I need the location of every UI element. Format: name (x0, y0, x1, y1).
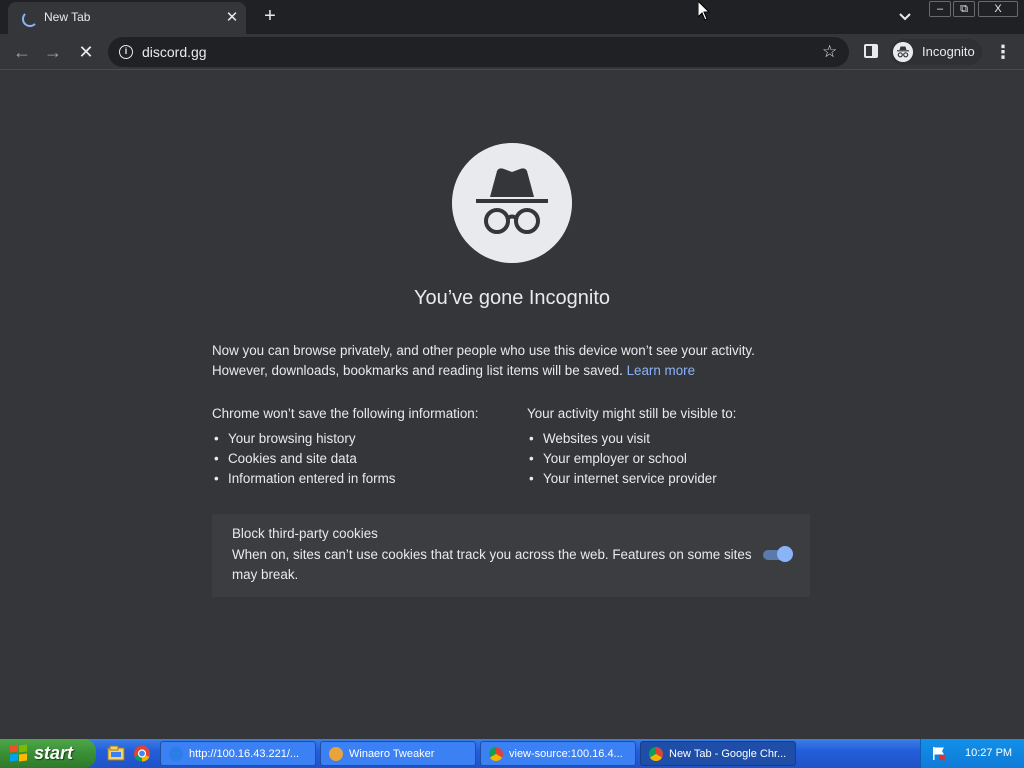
cookies-card-description: When on, sites can’t use cookies that tr… (232, 547, 752, 582)
taskbar-item-winaero[interactable]: Winaero Tweaker (320, 741, 476, 766)
toggle-knob (777, 546, 793, 562)
taskbar-item-view-source[interactable]: view-source:100.16.4... (480, 741, 636, 766)
intro-paragraph: Now you can browse privately, and other … (212, 341, 812, 381)
list-item: Cookies and site data (212, 449, 512, 469)
taskbar-item-label: http://100.16.43.221/... (189, 748, 300, 760)
block-cookies-toggle[interactable] (761, 546, 793, 562)
taskbar-item-ie[interactable]: http://100.16.43.221/... (160, 741, 316, 766)
bookmark-star-icon[interactable]: ☆ (822, 42, 837, 62)
page-headline: You’ve gone Incognito (413, 287, 611, 309)
winaero-icon (329, 747, 343, 761)
tab-title: New Tab (44, 10, 91, 24)
incognito-page: You’ve gone Incognito Now you can browse… (0, 71, 1024, 739)
side-panel-icon[interactable] (864, 44, 878, 58)
tab-close-button[interactable]: ✕ (224, 10, 240, 26)
back-button[interactable]: ← (10, 40, 34, 64)
still-visible-heading: Your activity might still be visible to: (527, 406, 737, 421)
browser-menu-button[interactable]: ⋮ (994, 40, 1012, 64)
taskbar-clock[interactable]: 10:27 PM (965, 747, 1012, 759)
start-button[interactable]: start (0, 739, 96, 768)
tab-strip: New Tab ✕ + – ⧉ X (0, 0, 1024, 34)
window-close-button[interactable]: X (978, 1, 1018, 17)
incognito-logo-icon (452, 143, 572, 263)
cookies-card-title: Block third-party cookies (232, 526, 378, 541)
taskbar-item-label: New Tab - Google Chr... (669, 748, 787, 760)
taskbar-item-label: Winaero Tweaker (349, 748, 435, 760)
tab-search-chevron-icon[interactable] (895, 8, 915, 26)
site-info-icon[interactable]: i (119, 45, 133, 59)
incognito-profile-button[interactable]: Incognito (890, 39, 982, 65)
chrome-icon (489, 747, 503, 761)
new-tab-button[interactable]: + (258, 6, 282, 28)
browser-toolbar: ← → ✕ i discord.gg ☆ Incognito ⋮ (0, 34, 1024, 70)
windows-flag-icon (10, 744, 28, 762)
loading-spinner-icon (22, 11, 38, 27)
action-center-flag-icon[interactable] (931, 746, 947, 761)
wont-save-column: Chrome won’t save the following informat… (212, 405, 512, 489)
taskbar-item-label: view-source:100.16.4... (509, 748, 623, 760)
chrome-quicklaunch-icon[interactable] (133, 745, 151, 762)
ie-icon (169, 747, 183, 761)
wont-save-heading: Chrome won’t save the following informat… (212, 406, 479, 421)
still-visible-column: Your activity might still be visible to:… (527, 405, 827, 489)
mouse-cursor-icon (698, 1, 710, 21)
incognito-label: Incognito (922, 44, 975, 59)
windows-taskbar: start http://100.16.43.221/... Winaero T… (0, 739, 1024, 768)
stop-loading-button[interactable]: ✕ (74, 40, 98, 64)
system-tray: 10:27 PM (920, 739, 1024, 768)
url-text[interactable]: discord.gg (142, 44, 207, 60)
address-bar[interactable]: i discord.gg ☆ (108, 37, 849, 67)
explorer-quicklaunch-icon[interactable] (107, 745, 125, 762)
list-item: Information entered in forms (212, 469, 512, 489)
forward-button[interactable]: → (41, 40, 65, 64)
window-minimize-button[interactable]: – (929, 1, 951, 17)
list-item: Websites you visit (527, 429, 827, 449)
third-party-cookies-card: Block third-party cookies When on, sites… (212, 514, 810, 597)
chrome-icon (649, 747, 663, 761)
list-item: Your browsing history (212, 429, 512, 449)
incognito-icon (893, 42, 913, 62)
list-item: Your internet service provider (527, 469, 827, 489)
tab-new-tab[interactable]: New Tab ✕ (8, 2, 246, 34)
learn-more-link[interactable]: Learn more (627, 363, 695, 378)
list-item: Your employer or school (527, 449, 827, 469)
taskbar-item-new-tab[interactable]: New Tab - Google Chr... (640, 741, 796, 766)
start-label: start (34, 743, 74, 763)
window-maximize-button[interactable]: ⧉ (953, 1, 975, 17)
